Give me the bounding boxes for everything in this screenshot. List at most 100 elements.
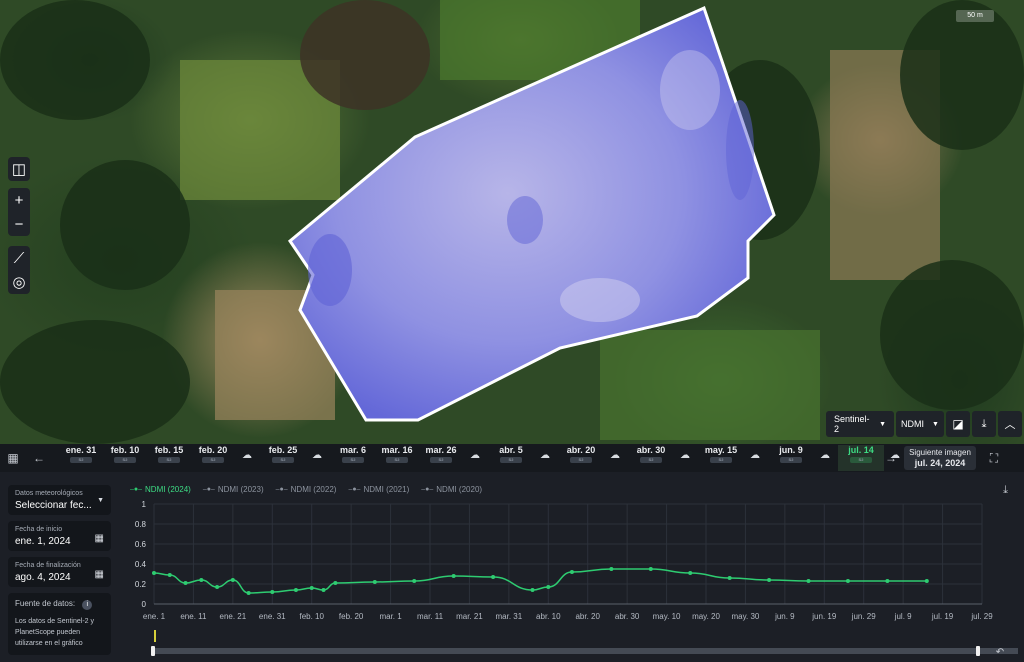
data-point	[246, 591, 251, 595]
timeline-date[interactable]: jun. 9 S2	[768, 445, 814, 463]
timeline-date[interactable]: mar. 26 S2	[418, 445, 464, 463]
cloud-icon[interactable]: ☁	[748, 450, 762, 461]
satellite-select[interactable]: Sentinel-2 ▼	[826, 411, 894, 437]
data-point	[321, 588, 326, 592]
timeline-date-tag: S2	[158, 457, 180, 463]
x-tick-label: feb. 10	[299, 612, 324, 621]
x-tick-label: may. 20	[692, 612, 720, 621]
timeline-date-tag: S2	[850, 457, 872, 463]
timeline-date-label: mar. 6	[339, 445, 367, 455]
y-tick-label: 0.6	[135, 540, 147, 549]
weather-value: Seleccionar fec...	[15, 500, 92, 511]
fullscreen-button[interactable]: ⛶	[976, 444, 1012, 472]
x-tick-label: may. 10	[653, 612, 681, 621]
y-tick-label: 0.8	[135, 520, 147, 529]
field-polygon-overlay[interactable]	[0, 0, 1024, 444]
download-icon: ⤓	[981, 417, 987, 430]
x-tick-label: jun. 19	[811, 612, 837, 621]
timeline-date[interactable]: feb. 20 S2	[190, 445, 236, 463]
index-select[interactable]: NDMI ▼	[896, 411, 944, 437]
timeline-date[interactable]: abr. 30 S2	[628, 445, 674, 463]
ndmi-patch	[660, 50, 720, 130]
zoom-in-icon[interactable]: +	[8, 188, 30, 212]
timeline-date[interactable]: feb. 15 S2	[146, 445, 192, 463]
series-line	[153, 568, 927, 594]
end-date-field[interactable]: Fecha de finalización ago. 4, 2024 ▦	[8, 557, 111, 587]
data-point	[845, 579, 850, 583]
data-point	[309, 586, 314, 590]
range-slider-handle-start	[151, 646, 155, 656]
satellite-map[interactable]: 50 m ◫ + − ⟋ ◎ Sentinel-2 ▼ NDMI ▼ ◪ ⤓ ︿	[0, 0, 1024, 444]
data-source-text: Los datos de Sentinel-2 y PlanetScope pu…	[15, 618, 94, 647]
timeline-date-label: feb. 20	[198, 445, 228, 455]
data-point	[885, 579, 890, 583]
cloud-icon[interactable]: ☁	[240, 450, 254, 461]
start-date-field[interactable]: Fecha de inicio ene. 1, 2024 ▦	[8, 521, 111, 551]
x-tick-label: abr. 20	[575, 612, 600, 621]
y-tick-label: 0.4	[135, 560, 147, 569]
timeline-date[interactable]: feb. 25 S2	[260, 445, 306, 463]
x-tick-label: jun. 9	[774, 612, 795, 621]
cloud-icon[interactable]: ☁	[538, 450, 552, 461]
timeline-date-label: jul. 14	[848, 445, 874, 455]
zoom-out-icon[interactable]: −	[8, 212, 30, 236]
contrast-button[interactable]: ◪	[946, 411, 970, 437]
timeline-track: ene. 31 S2 feb. 10 S2 feb. 15 S2 feb. 20 S2 ☁ feb…	[52, 444, 900, 472]
timeline-date[interactable]: jul. 14 S2	[838, 445, 884, 471]
data-point	[727, 576, 732, 580]
legend-item[interactable]: –●– NDMI (2023)	[203, 485, 264, 494]
next-image-date: jul. 24, 2024	[914, 458, 966, 468]
legend-label: NDMI (2020)	[436, 485, 483, 494]
ndmi-chart: ene. 1 ene. 11 ene. 21 ene. 31 feb. 10 feb. 2…	[135, 500, 1018, 658]
legend-item[interactable]: –●– NDMI (2022)	[276, 485, 337, 494]
weather-select[interactable]: Datos meteorológicos Seleccionar fec... …	[8, 485, 111, 515]
timeline-date-label: may. 15	[704, 445, 738, 455]
cloud-icon[interactable]: ☁	[818, 450, 832, 461]
chevron-down-icon: ▼	[97, 497, 104, 504]
download-map-button[interactable]: ⤓	[972, 411, 996, 437]
cloud-icon[interactable]: ☁	[608, 450, 622, 461]
timeline-date-label: ene. 31	[65, 445, 97, 455]
cloud-icon[interactable]: ☁	[468, 450, 482, 461]
ndmi-patch	[560, 278, 640, 322]
chevron-up-icon: ︿	[1004, 419, 1016, 431]
timeline-date-tag: S2	[202, 457, 224, 463]
timeline-date[interactable]: ene. 31 S2	[58, 445, 104, 463]
ruler-icon[interactable]: ⟋	[8, 246, 30, 270]
x-tick-label: may. 30	[731, 612, 759, 621]
timeline-date[interactable]: abr. 20 S2	[558, 445, 604, 463]
legend-item[interactable]: –●– NDMI (2021)	[348, 485, 409, 494]
data-point	[530, 588, 535, 592]
info-icon[interactable]: i	[82, 600, 93, 610]
calendar-icon: ▦	[94, 533, 104, 544]
timeline-date[interactable]: mar. 16 S2	[374, 445, 420, 463]
legend-item[interactable]: –●– NDMI (2020)	[421, 485, 482, 494]
contrast-icon: ◪	[952, 417, 964, 431]
next-image-button[interactable]: Siguiente imagen jul. 24, 2024	[904, 446, 976, 470]
timeline-prev-button[interactable]: ←	[26, 444, 52, 472]
legend-swatch: –●–	[275, 486, 288, 493]
locate-icon[interactable]: ◎	[8, 270, 30, 294]
analytics-panel: Datos meteorológicos Seleccionar fec... …	[0, 472, 1024, 662]
collapse-button[interactable]: ︿	[998, 411, 1022, 437]
timeline-date[interactable]: may. 15 S2	[698, 445, 744, 463]
cloud-icon[interactable]: ☁	[678, 450, 692, 461]
timeline-date-tag: S2	[640, 457, 662, 463]
y-tick-label: 1	[142, 500, 147, 509]
layer-controls: Sentinel-2 ▼ NDMI ▼ ◪ ⤓ ︿	[826, 411, 1022, 437]
download-icon[interactable]: ⤓	[1003, 484, 1008, 497]
timeline-date[interactable]: abr. 5 S2	[488, 445, 534, 463]
timeline-date-label: jun. 9	[779, 445, 803, 455]
timeline-date-label: feb. 25	[268, 445, 298, 455]
cloud-icon[interactable]: ☁	[310, 450, 324, 461]
calendar-button[interactable]: ▦	[0, 444, 26, 472]
data-point	[569, 570, 574, 574]
compare-icon[interactable]: ◫	[8, 157, 30, 181]
timeline-date[interactable]: mar. 6 S2	[330, 445, 376, 463]
cloud-icon[interactable]: ☁	[888, 450, 902, 461]
data-point	[491, 575, 496, 579]
legend-item[interactable]: –●– NDMI (2024)	[130, 485, 191, 494]
timeline-date[interactable]: feb. 10 S2	[102, 445, 148, 463]
data-point	[648, 567, 653, 571]
app: 50 m ◫ + − ⟋ ◎ Sentinel-2 ▼ NDMI ▼ ◪ ⤓ ︿…	[0, 0, 1024, 662]
